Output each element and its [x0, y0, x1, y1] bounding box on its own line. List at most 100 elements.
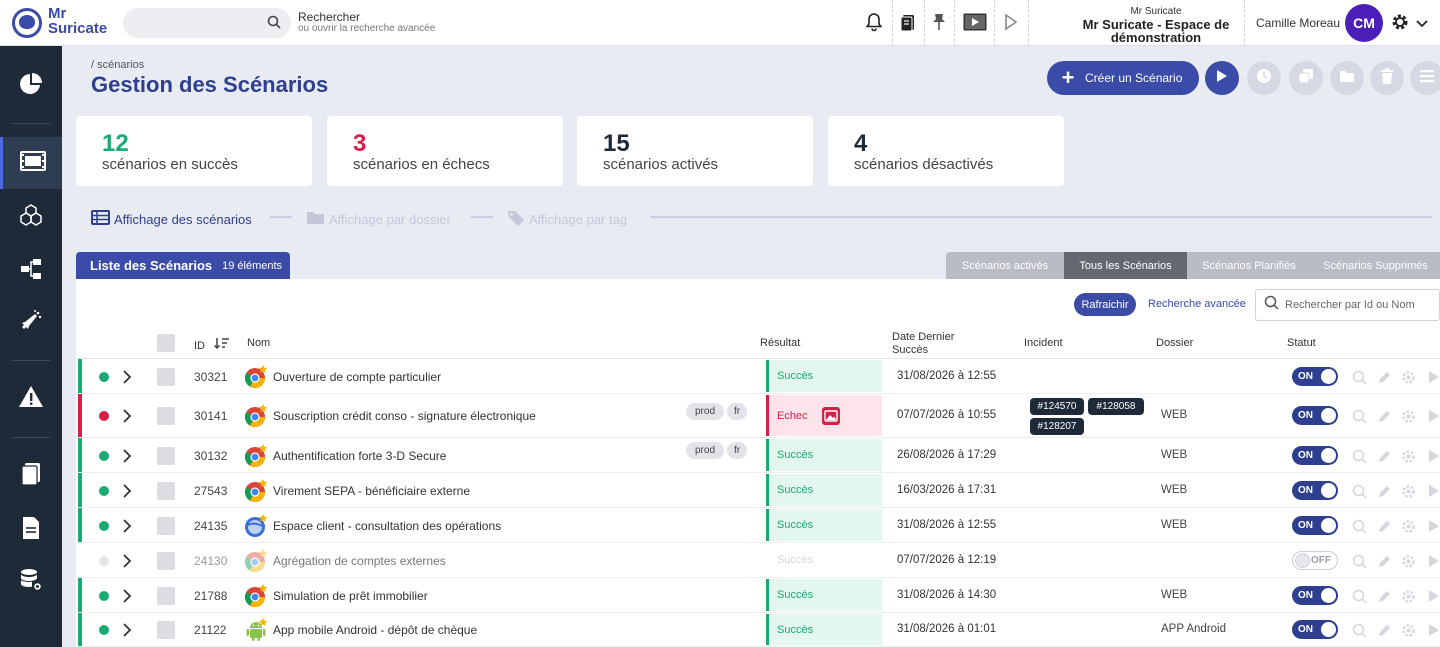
- search-icon[interactable]: [1351, 369, 1367, 385]
- table-row[interactable]: 30321 Ouverture de compte particulier Succ…: [76, 359, 1440, 394]
- column-header-result[interactable]: Résultat: [760, 337, 800, 349]
- stat-card-success[interactable]: 12 scénarios en succès: [76, 116, 312, 186]
- column-header-status[interactable]: Statut: [1287, 337, 1316, 349]
- scenario-name[interactable]: Souscription crédit conso - signature él…: [273, 409, 536, 423]
- search-icon[interactable]: [1351, 448, 1367, 464]
- table-row[interactable]: 30132 Authentification forte 3-D Secure pr…: [76, 438, 1440, 473]
- search-icon[interactable]: [1351, 518, 1367, 534]
- filter-tab-scheduled[interactable]: Scénarios Planifiés: [1187, 252, 1311, 279]
- scenario-name[interactable]: Ouverture de compte particulier: [273, 370, 441, 384]
- scenario-name[interactable]: Virement SEPA - bénéficiaire externe: [273, 484, 470, 498]
- play-icon[interactable]: [1426, 588, 1440, 604]
- status-toggle[interactable]: ON: [1292, 481, 1338, 500]
- edit-icon[interactable]: [1376, 622, 1392, 638]
- search-icon[interactable]: [1351, 553, 1367, 569]
- row-checkbox[interactable]: [157, 552, 175, 570]
- table-row[interactable]: 21788 Simulation de prêt immobilier Succès…: [76, 578, 1440, 613]
- status-toggle[interactable]: ON: [1292, 516, 1338, 535]
- sidebar-item-scenarios[interactable]: [0, 137, 62, 189]
- tag-badge[interactable]: prod: [686, 442, 724, 459]
- play-icon[interactable]: [1426, 622, 1440, 638]
- row-checkbox[interactable]: [157, 368, 175, 386]
- tag-badge[interactable]: fr: [727, 442, 747, 459]
- tab-folder-view[interactable]: Affichage par dossier: [306, 210, 451, 228]
- sidebar-item-dashboard[interactable]: [0, 60, 62, 112]
- move-to-folder-button[interactable]: [1330, 61, 1364, 95]
- table-row[interactable]: 30141 Souscription crédit conso - signatu…: [76, 394, 1440, 438]
- global-search-input[interactable]: [123, 8, 291, 38]
- pin-icon[interactable]: [928, 11, 950, 33]
- gear-icon[interactable]: [1400, 408, 1416, 424]
- chevron-down-icon[interactable]: [1416, 16, 1428, 34]
- play-icon[interactable]: [1426, 448, 1440, 464]
- status-toggle[interactable]: ON: [1292, 586, 1338, 605]
- bell-icon[interactable]: [863, 11, 885, 33]
- sidebar-item-campaigns[interactable]: [0, 297, 62, 349]
- gear-icon[interactable]: [1400, 483, 1416, 499]
- sidebar-item-data[interactable]: [0, 556, 62, 608]
- incident-badge[interactable]: #128058: [1088, 398, 1144, 415]
- chevron-right-icon[interactable]: [122, 449, 132, 468]
- status-toggle[interactable]: ON: [1292, 446, 1338, 465]
- column-header-folder[interactable]: Dossier: [1156, 337, 1193, 349]
- chevron-right-icon[interactable]: [122, 519, 132, 538]
- select-all-checkbox[interactable]: [157, 334, 175, 352]
- video-player-icon[interactable]: [962, 11, 988, 33]
- sidebar-item-alerts[interactable]: [0, 373, 62, 425]
- chevron-right-icon[interactable]: [122, 370, 132, 389]
- edit-icon[interactable]: [1376, 408, 1392, 424]
- chevron-right-icon[interactable]: [122, 623, 132, 642]
- column-header-name[interactable]: Nom: [247, 337, 270, 349]
- play-icon[interactable]: [1426, 553, 1440, 569]
- scenario-name[interactable]: Agrégation de comptes externes: [273, 554, 446, 568]
- status-toggle[interactable]: ON: [1292, 367, 1338, 386]
- edit-icon[interactable]: [1376, 448, 1392, 464]
- row-checkbox[interactable]: [157, 447, 175, 465]
- refresh-button[interactable]: Rafraichir: [1074, 293, 1136, 316]
- table-search-input[interactable]: [1285, 299, 1435, 311]
- edit-icon[interactable]: [1376, 518, 1392, 534]
- workspace-selector[interactable]: Mr Suricate Mr Suricate - Espace de démo…: [1056, 6, 1256, 44]
- sidebar-item-workflows[interactable]: [0, 245, 62, 297]
- sidebar-item-modules[interactable]: [0, 191, 62, 243]
- stat-card-enabled[interactable]: 15 scénarios activés: [577, 116, 813, 186]
- advanced-search-link[interactable]: Recherche avancée: [1148, 298, 1246, 310]
- edit-icon[interactable]: [1376, 483, 1392, 499]
- edit-icon[interactable]: [1376, 588, 1392, 604]
- stat-card-disabled[interactable]: 4 scénarios désactivés: [828, 116, 1064, 186]
- avatar[interactable]: CM: [1345, 4, 1383, 42]
- gear-icon[interactable]: [1400, 448, 1416, 464]
- edit-icon[interactable]: [1376, 369, 1392, 385]
- filter-tab-enabled[interactable]: Scénarios activés: [946, 252, 1064, 279]
- scenario-name[interactable]: Simulation de prêt immobilier: [273, 589, 428, 603]
- chevron-right-icon[interactable]: [122, 409, 132, 428]
- user-name[interactable]: Camille Moreau: [1256, 16, 1340, 30]
- gear-icon[interactable]: [1390, 12, 1410, 37]
- gear-icon[interactable]: [1400, 588, 1416, 604]
- incident-badge[interactable]: #128207: [1030, 418, 1084, 435]
- app-logo[interactable]: Mr Suricate: [10, 6, 120, 40]
- chevron-right-icon[interactable]: [122, 554, 132, 573]
- sidebar-item-files[interactable]: [0, 504, 62, 556]
- chevron-right-icon[interactable]: [122, 484, 132, 503]
- tab-scenario-view[interactable]: Affichage des scénarios: [91, 210, 252, 228]
- incident-badge[interactable]: #124570: [1030, 398, 1084, 415]
- table-row[interactable]: 24130 Agrégation de comptes externes Succè…: [76, 543, 1440, 578]
- filter-tab-deleted[interactable]: Scénarios Supprimés: [1311, 252, 1440, 279]
- row-checkbox[interactable]: [157, 517, 175, 535]
- status-toggle[interactable]: ON: [1292, 406, 1338, 425]
- row-checkbox[interactable]: [157, 407, 175, 425]
- scenario-name[interactable]: Authentification forte 3-D Secure: [273, 449, 446, 463]
- chevron-right-icon[interactable]: [122, 589, 132, 608]
- tag-badge[interactable]: prod: [686, 403, 724, 420]
- row-checkbox[interactable]: [157, 621, 175, 639]
- play-icon[interactable]: [1426, 483, 1440, 499]
- table-row[interactable]: 24135 Espace client - consultation des op…: [76, 508, 1440, 543]
- delete-button[interactable]: [1370, 61, 1404, 95]
- more-actions-button[interactable]: [1410, 61, 1440, 95]
- table-search-field[interactable]: [1255, 289, 1440, 321]
- play-icon[interactable]: [1426, 408, 1440, 424]
- schedule-button[interactable]: [1247, 61, 1281, 95]
- breadcrumb[interactable]: / scénarios: [91, 59, 144, 71]
- play-icon[interactable]: [1426, 369, 1440, 385]
